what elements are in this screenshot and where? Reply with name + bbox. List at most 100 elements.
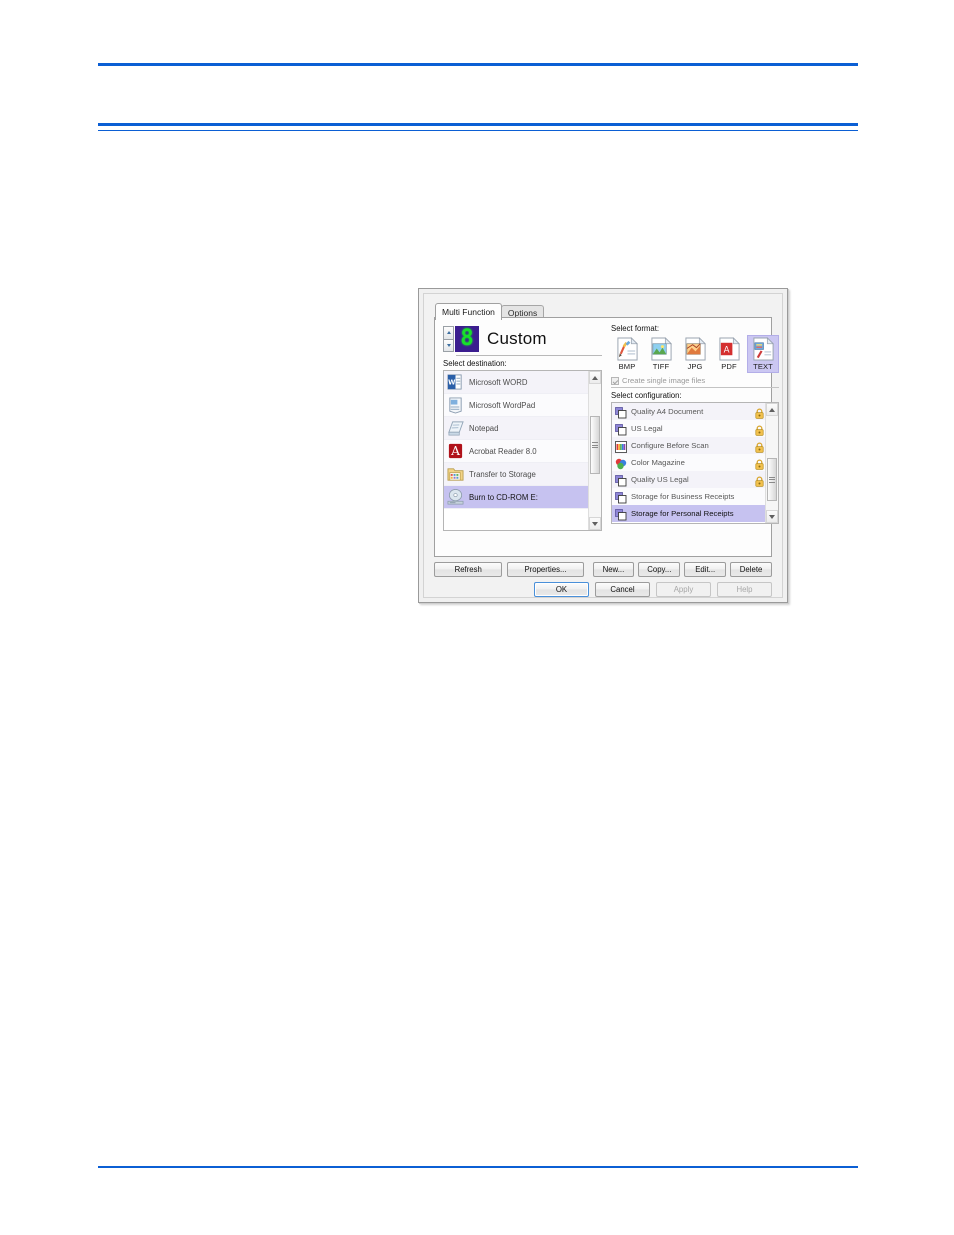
properties-button[interactable]: Properties...	[507, 562, 584, 577]
destination-item-label: Notepad	[469, 423, 499, 433]
new-button[interactable]: New...	[592, 562, 635, 577]
pdf-doc-icon: A	[718, 337, 741, 361]
destination-item-label: Microsoft WORD	[469, 377, 528, 387]
create-single-image-files-checkbox[interactable]: Create single image files	[611, 376, 779, 385]
list-action-buttons: Refresh Properties... New... Copy... Edi…	[434, 562, 772, 577]
lock-icon	[755, 457, 764, 470]
configuration-scroll-down-button[interactable]	[766, 510, 778, 523]
footer-rule	[98, 1166, 858, 1168]
destination-item-label: Burn to CD-ROM E:	[469, 492, 538, 502]
destination-item[interactable]: A Acrobat Reader 8.0	[444, 440, 601, 463]
format-option-tiff[interactable]: TIFF	[645, 335, 677, 373]
refresh-button[interactable]: Refresh	[434, 562, 503, 577]
dialog-action-buttons: OK Cancel Apply Help	[534, 582, 772, 597]
configuration-item[interactable]: Quality A4 Document	[612, 403, 778, 420]
format-selector: BMP TIFF JPG A PDF TEXT	[611, 335, 779, 373]
format-option-pdf[interactable]: A PDF	[713, 335, 745, 373]
checkbox-checked-icon[interactable]	[611, 376, 619, 385]
destination-scroll-up-button[interactable]	[589, 371, 601, 384]
configuration-scrollbar[interactable]	[765, 403, 778, 523]
copy-button[interactable]: Copy...	[638, 562, 681, 577]
format-option-bmp[interactable]: BMP	[611, 335, 643, 373]
format-option-text[interactable]: TEXT	[747, 335, 779, 373]
format-configuration-column: Select format: BMP TIFF JPG A PDF TEXT Create…	[611, 324, 779, 524]
svg-text:A: A	[723, 345, 729, 355]
configuration-item-label: Storage for Business Receipts	[631, 492, 735, 501]
configuration-scroll-thumb[interactable]	[767, 458, 777, 501]
cancel-button[interactable]: Cancel	[595, 582, 650, 597]
configuration-item[interactable]: US Legal	[612, 420, 778, 437]
configuration-item[interactable]: Storage for Personal Receipts	[612, 505, 778, 522]
destination-number-spinner[interactable]	[443, 326, 454, 352]
scanner-properties-dialog: Multi Function Options 8 Custom Select de…	[418, 288, 788, 603]
lock-icon	[755, 474, 764, 487]
delete-button[interactable]: Delete	[730, 562, 772, 577]
configuration-item-label: Quality US Legal	[631, 475, 689, 484]
destination-item[interactable]: Transfer to Storage	[444, 463, 601, 486]
configuration-item-label: Quality A4 Document	[631, 407, 704, 416]
tab-strip: Multi Function Options	[435, 302, 545, 320]
format-option-label: TIFF	[652, 362, 670, 371]
configuration-item[interactable]: Storage for Business Receipts	[612, 488, 778, 505]
configuration-scroll-up-button[interactable]	[766, 403, 778, 416]
bmp-doc-icon	[616, 337, 639, 361]
folder-icon	[447, 465, 464, 483]
pages-icon	[615, 508, 627, 520]
destination-listbox[interactable]: W Microsoft WORD Microsoft WordPad Notepad A…	[443, 370, 602, 531]
ok-button[interactable]: OK	[534, 582, 589, 597]
scroll-grip-icon	[769, 475, 775, 484]
format-option-label: TEXT	[753, 362, 773, 371]
configuration-listbox[interactable]: Quality A4 Document US Legal Configure Bef…	[611, 402, 779, 524]
destination-item[interactable]: Burn to CD-ROM E:	[444, 486, 601, 509]
select-configuration-label: Select configuration:	[611, 391, 682, 400]
pages-icon	[615, 423, 627, 435]
scroll-grip-icon	[592, 441, 598, 450]
format-option-label: JPG	[687, 362, 703, 371]
configuration-item[interactable]: Quality US Legal	[612, 471, 778, 488]
scroll-down-icon	[592, 521, 598, 526]
destination-scrollbar[interactable]	[588, 371, 601, 530]
pages-icon	[615, 474, 627, 486]
configuration-item-label: Color Magazine	[631, 458, 685, 467]
configuration-item[interactable]: Color Magazine	[612, 454, 778, 471]
word-icon: W	[447, 373, 464, 391]
pages-icon	[615, 491, 627, 503]
spinner-down-button[interactable]	[443, 338, 454, 352]
help-button[interactable]: Help	[717, 582, 772, 597]
destination-scroll-thumb[interactable]	[590, 416, 600, 474]
pages-icon	[615, 406, 627, 418]
scroll-up-icon	[592, 375, 598, 380]
format-option-jpg[interactable]: JPG	[679, 335, 711, 373]
destination-column: 8 Custom Select destination: W Microsoft …	[443, 324, 602, 531]
edit-button[interactable]: Edit...	[684, 562, 727, 577]
configuration-item[interactable]: Configure Before Scan	[612, 437, 778, 454]
cd-burn-icon	[447, 488, 464, 506]
header-rule-thick	[98, 123, 858, 126]
multi-function-panel: 8 Custom Select destination: W Microsoft …	[434, 317, 779, 557]
spinner-up-button[interactable]	[443, 326, 454, 339]
configuration-item-label: Storage for Personal Receipts	[631, 509, 734, 518]
apply-button[interactable]: Apply	[656, 582, 711, 597]
jpg-doc-icon	[684, 337, 707, 361]
configuration-item-label: Configure Before Scan	[631, 441, 709, 450]
format-option-label: PDF	[721, 362, 737, 371]
header-rule-top	[98, 63, 858, 66]
format-option-label: BMP	[618, 362, 636, 371]
destination-title: Custom	[487, 329, 547, 348]
triangle-up-icon	[446, 331, 451, 335]
scroll-down-icon	[769, 514, 775, 519]
title-underline	[456, 355, 602, 356]
wordpad-icon	[447, 396, 464, 414]
select-destination-label: Select destination:	[443, 359, 507, 368]
destination-scroll-down-button[interactable]	[589, 517, 601, 530]
create-single-image-files-label: Create single image files	[622, 376, 706, 385]
destination-item-label: Microsoft WordPad	[469, 400, 536, 410]
lock-icon	[755, 423, 764, 436]
destination-header: 8 Custom	[443, 324, 602, 354]
tab-multi-function[interactable]: Multi Function	[435, 303, 502, 320]
lock-icon	[755, 406, 764, 419]
acrobat-icon: A	[447, 442, 464, 460]
destination-item[interactable]: Notepad	[444, 417, 601, 440]
destination-item[interactable]: Microsoft WordPad	[444, 394, 601, 417]
destination-item[interactable]: W Microsoft WORD	[444, 371, 601, 394]
